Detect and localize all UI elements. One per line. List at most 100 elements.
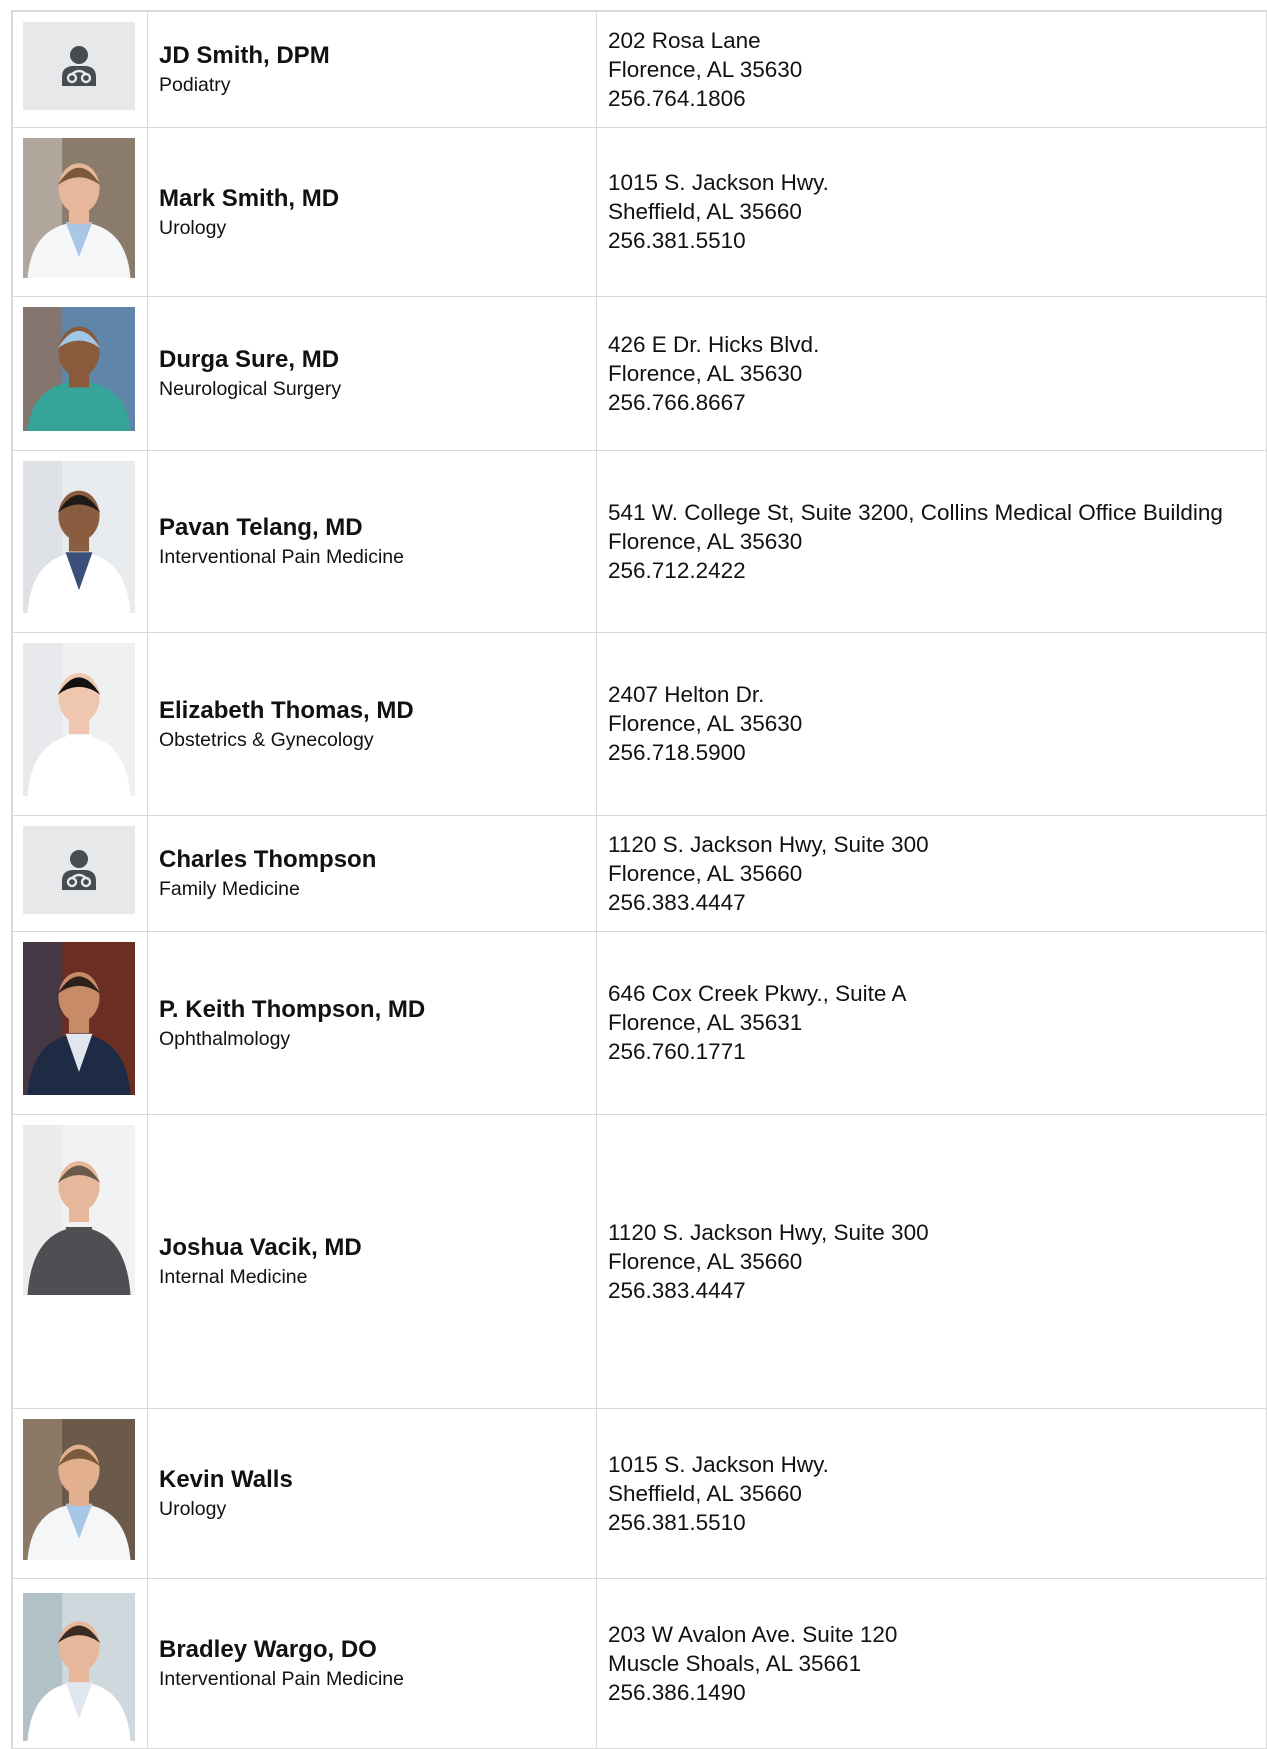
- doctor-photo: [23, 137, 135, 278]
- photo-cell: [11, 631, 148, 816]
- doctor-specialty: Obstetrics & Gynecology: [159, 728, 374, 751]
- street-address: 1120 S. Jackson Hwy, Suite 300: [608, 1219, 929, 1245]
- name-cell: JD Smith, DPM Podiatry: [147, 10, 597, 128]
- street-address: 1015 S. Jackson Hwy.: [608, 170, 829, 195]
- city-state-zip: Florence, AL 35630: [608, 56, 803, 82]
- photo-cell: [11, 126, 148, 297]
- doctor-portrait-image: [23, 1124, 135, 1295]
- doctor-specialty: Podiatry: [159, 74, 231, 97]
- doctor-photo: [23, 1592, 135, 1741]
- city-state-zip: Florence, AL 35631: [608, 1010, 803, 1035]
- doctor-photo: [23, 460, 135, 613]
- name-cell: Durga Sure, MD Neurological Surgery: [147, 295, 597, 451]
- address-cell: 1120 S. Jackson Hwy, Suite 300 Florence, …: [596, 814, 1267, 932]
- phone-number[interactable]: 256.383.4447: [608, 888, 1266, 917]
- photo-wrapper: [13, 12, 147, 110]
- street-address: 202 Rosa Lane: [608, 27, 761, 53]
- doctor-specialty: Urology: [159, 216, 227, 239]
- doctor-portrait-image: [23, 941, 135, 1095]
- doctor-specialty: Internal Medicine: [159, 1266, 308, 1288]
- street-address: 1015 S. Jackson Hwy.: [608, 1451, 829, 1477]
- table-row: Elizabeth Thomas, MD Obstetrics & Gynecol…: [11, 631, 1267, 816]
- address-cell: 203 W Avalon Ave. Suite 120 Muscle Shoals…: [596, 1577, 1267, 1749]
- street-address: 541 W. College St, Suite 3200, Collins M…: [608, 499, 1223, 525]
- table-row: Kevin Walls Urology 1015 S. Jackson Hwy. Sh…: [11, 1407, 1267, 1579]
- table-row: Bradley Wargo, DO Interventional Pain Med…: [11, 1577, 1267, 1749]
- photo-wrapper: [13, 128, 147, 278]
- phone-number[interactable]: 256.381.5510: [608, 226, 1266, 255]
- city-state-zip: Florence, AL 35660: [608, 860, 803, 886]
- doctor-specialty: Ophthalmology: [159, 1027, 291, 1050]
- photo-cell: [11, 930, 148, 1115]
- phone-number[interactable]: 256.712.2422: [608, 556, 1266, 585]
- city-state-zip: Muscle Shoals, AL 35661: [608, 1650, 862, 1676]
- photo-cell: [11, 295, 148, 451]
- phone-number[interactable]: 256.760.1771: [608, 1037, 1266, 1066]
- physician-directory-table: JD Smith, DPM Podiatry 202 Rosa Lane Floren…: [11, 10, 1267, 1749]
- street-address: 2407 Helton Dr.: [608, 682, 765, 707]
- doctor-name: Joshua Vacik, MD: [159, 1234, 362, 1261]
- name-cell: Bradley Wargo, DO Interventional Pain Med…: [147, 1577, 597, 1749]
- doctor-specialty: Interventional Pain Medicine: [159, 1668, 404, 1690]
- doctor-photo: [23, 825, 135, 914]
- photo-wrapper: [13, 816, 147, 914]
- name-cell: Kevin Walls Urology: [147, 1407, 597, 1579]
- photo-wrapper: [13, 633, 147, 796]
- name-cell: Mark Smith, MD Urology: [147, 126, 597, 297]
- city-state-zip: Florence, AL 35630: [608, 528, 803, 554]
- doctor-name: Charles Thompson: [159, 846, 377, 873]
- city-state-zip: Florence, AL 35630: [608, 711, 803, 736]
- phone-number[interactable]: 256.766.8667: [608, 388, 1266, 417]
- address-cell: 1015 S. Jackson Hwy. Sheffield, AL 35660 2…: [596, 126, 1267, 297]
- address-cell: 426 E Dr. Hicks Blvd. Florence, AL 35630 2…: [596, 295, 1267, 451]
- doctor-portrait-image: [23, 642, 135, 796]
- doctor-placeholder-icon: [62, 849, 96, 890]
- address-cell: 1015 S. Jackson Hwy. Sheffield, AL 35660 2…: [596, 1407, 1267, 1579]
- photo-wrapper: [13, 1409, 147, 1560]
- doctor-photo: [23, 1124, 135, 1295]
- photo-wrapper: [13, 451, 147, 613]
- doctor-specialty: Neurological Surgery: [159, 378, 342, 400]
- street-address: 203 W Avalon Ave. Suite 120: [608, 1621, 898, 1647]
- doctor-specialty: Urology: [159, 1498, 227, 1520]
- address-cell: 541 W. College St, Suite 3200, Collins M…: [596, 449, 1267, 633]
- street-address: 646 Cox Creek Pkwy., Suite A: [608, 981, 907, 1006]
- table-row: P. Keith Thompson, MD Ophthalmology 646 Co…: [11, 930, 1267, 1115]
- photo-wrapper: [13, 1115, 147, 1295]
- doctor-name: Pavan Telang, MD: [159, 514, 363, 541]
- doctor-portrait-image: [23, 306, 135, 431]
- photo-cell: [11, 449, 148, 633]
- city-state-zip: Sheffield, AL 35660: [608, 1480, 802, 1506]
- doctor-portrait-image: [23, 137, 135, 278]
- doctor-name: Mark Smith, MD: [159, 184, 340, 212]
- phone-number[interactable]: 256.381.5510: [608, 1508, 1266, 1537]
- doctor-photo: [23, 642, 135, 796]
- name-cell: Joshua Vacik, MD Internal Medicine: [147, 1113, 597, 1409]
- doctor-name: JD Smith, DPM: [159, 42, 330, 70]
- phone-number[interactable]: 256.383.4447: [608, 1276, 1266, 1305]
- table-row: Durga Sure, MD Neurological Surgery 426 E …: [11, 295, 1267, 451]
- address-cell: 1120 S. Jackson Hwy, Suite 300 Florence, …: [596, 1113, 1267, 1409]
- name-cell: P. Keith Thompson, MD Ophthalmology: [147, 930, 597, 1115]
- doctor-photo: [23, 1418, 135, 1560]
- doctor-photo: [23, 22, 135, 110]
- table-row: Mark Smith, MD Urology 1015 S. Jackson Hwy…: [11, 126, 1267, 297]
- photo-cell: [11, 814, 148, 932]
- city-state-zip: Florence, AL 35660: [608, 1248, 803, 1274]
- name-cell: Charles Thompson Family Medicine: [147, 814, 597, 932]
- photo-wrapper: [13, 932, 147, 1095]
- doctor-specialty: Interventional Pain Medicine: [159, 546, 404, 568]
- doctor-name: Durga Sure, MD: [159, 346, 340, 373]
- phone-number[interactable]: 256.718.5900: [608, 738, 1266, 767]
- doctor-portrait-image: [23, 1418, 135, 1560]
- table-row: Pavan Telang, MD Interventional Pain Medi…: [11, 449, 1267, 633]
- doctor-placeholder-icon: [62, 46, 96, 86]
- name-cell: Elizabeth Thomas, MD Obstetrics & Gynecol…: [147, 631, 597, 816]
- phone-number[interactable]: 256.386.1490: [608, 1678, 1266, 1707]
- doctor-name: Kevin Walls: [159, 1466, 293, 1493]
- address-cell: 2407 Helton Dr. Florence, AL 35630 256.718…: [596, 631, 1267, 816]
- city-state-zip: Sheffield, AL 35660: [608, 199, 802, 224]
- street-address: 1120 S. Jackson Hwy, Suite 300: [608, 831, 929, 857]
- phone-number[interactable]: 256.764.1806: [608, 84, 1266, 113]
- table-row: JD Smith, DPM Podiatry 202 Rosa Lane Floren…: [11, 10, 1267, 128]
